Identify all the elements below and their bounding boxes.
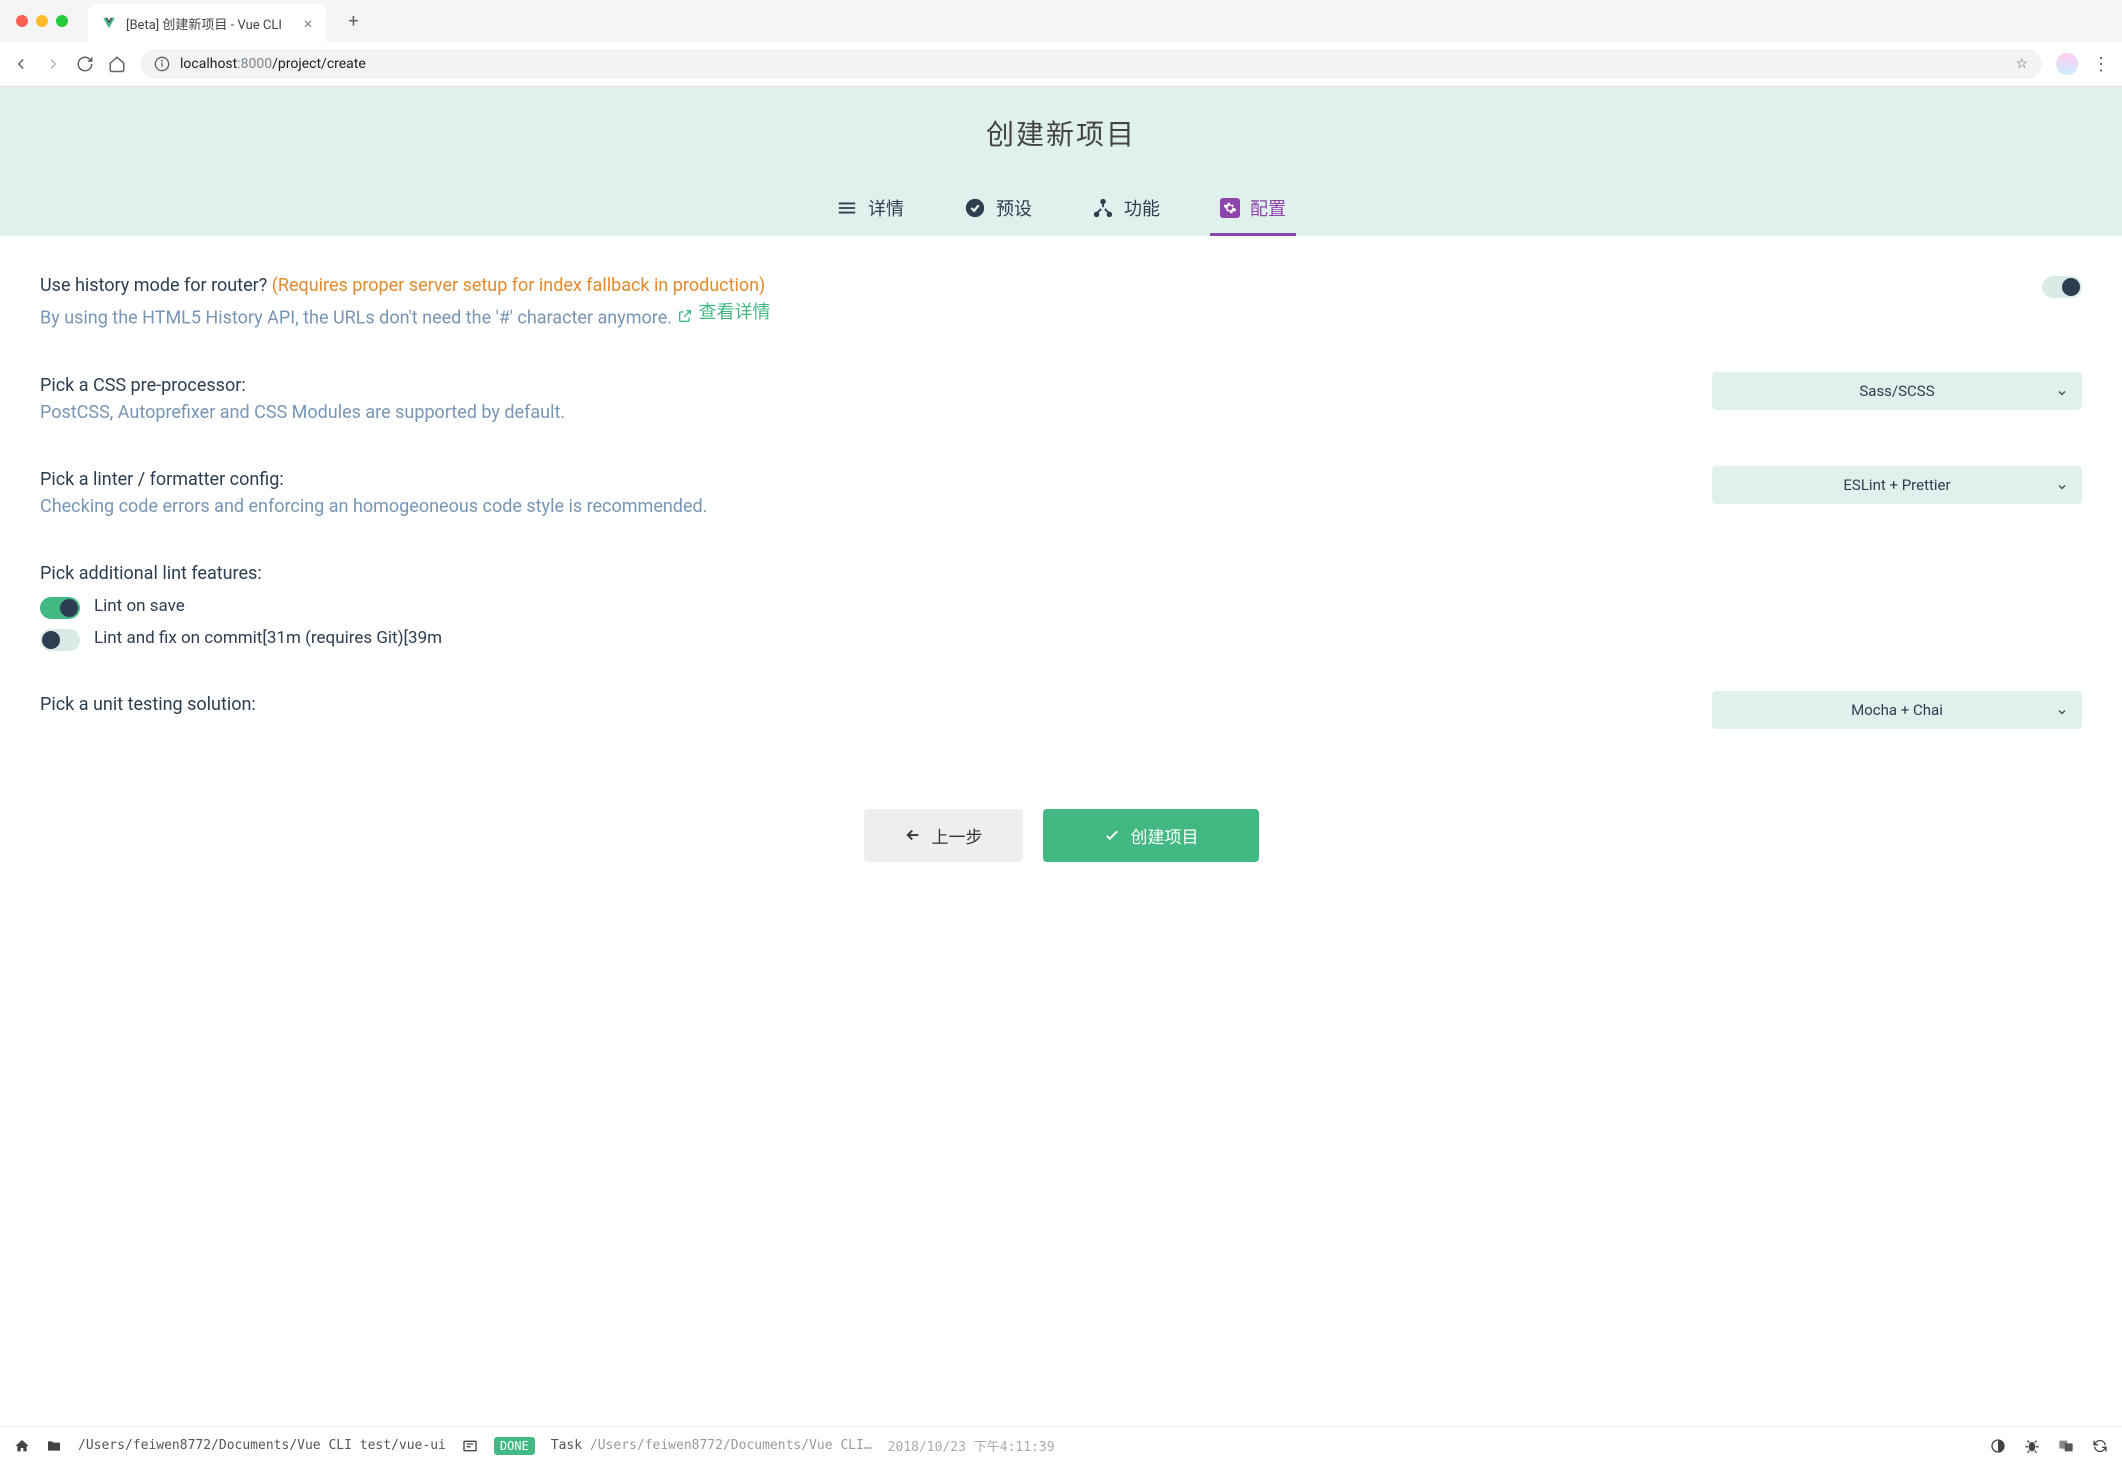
tab-label: 功能 <box>1124 195 1160 221</box>
browser-tab[interactable]: [Beta] 创建新项目 - Vue CLI × <box>88 4 326 42</box>
bookmark-star-icon[interactable]: ☆ <box>2015 56 2028 72</box>
option-linter: Pick a linter / formatter config: Checki… <box>40 466 2082 520</box>
tab-close-icon[interactable]: × <box>304 14 313 33</box>
refresh-icon[interactable] <box>2092 1438 2108 1454</box>
new-tab-icon[interactable]: + <box>348 11 358 32</box>
tab-bar: [Beta] 创建新项目 - Vue CLI × + <box>0 0 2122 42</box>
tab-title: [Beta] 创建新项目 - Vue CLI <box>126 14 282 33</box>
status-path[interactable]: /Users/feiwen8772/Documents/Vue CLI test… <box>78 1438 446 1453</box>
content-area: Use history mode for router? (Requires p… <box>0 236 2122 962</box>
dropdown-value: Sass/SCSS <box>1859 382 1934 400</box>
check-circle-icon <box>964 197 986 219</box>
lint-on-save-row: Lint on save <box>40 593 2082 619</box>
back-icon[interactable] <box>12 55 30 73</box>
page-title: 创建新项目 <box>0 113 2122 153</box>
tab-details[interactable]: 详情 <box>826 183 914 236</box>
option-css: Pick a CSS pre-processor: PostCSS, Autop… <box>40 372 2082 426</box>
url-text: localhost:8000/project/create <box>180 56 366 72</box>
status-task: Task /Users/feiwen8772/Documents/Vue CLI… <box>551 1438 872 1453</box>
nav-bar: localhost:8000/project/create ☆ ⋮ <box>0 42 2122 86</box>
chevron-down-icon <box>2056 704 2068 716</box>
browser-menu-icon[interactable]: ⋮ <box>2092 54 2110 75</box>
unit-dropdown[interactable]: Mocha + Chai <box>1712 691 2082 729</box>
page-header: 创建新项目 详情 预设 功能 配置 <box>0 87 2122 236</box>
external-link[interactable]: 查看详情 <box>677 299 771 326</box>
status-bar: /Users/feiwen8772/Documents/Vue CLI test… <box>0 1426 2122 1464</box>
url-bar[interactable]: localhost:8000/project/create ☆ <box>140 49 2042 79</box>
home-icon[interactable] <box>14 1438 30 1454</box>
maximize-window-icon[interactable] <box>56 15 68 27</box>
chevron-down-icon <box>2056 385 2068 397</box>
router-toggle[interactable] <box>2042 276 2082 298</box>
option-label: Pick a CSS pre-processor: <box>40 372 1712 399</box>
dropdown-value: ESLint + Prettier <box>1843 476 1950 494</box>
external-link-icon <box>677 305 693 321</box>
url-path: /project/create <box>272 56 366 72</box>
tab-label: 详情 <box>868 195 904 221</box>
home-icon[interactable] <box>108 55 126 73</box>
arrow-left-icon <box>904 826 922 844</box>
checkbox-label: Lint on save <box>94 596 185 616</box>
option-lint-features: Pick additional lint features: Lint on s… <box>40 560 2082 651</box>
status-timestamp: 2018/10/23 下午4:11:39 <box>888 1436 1055 1455</box>
url-port: :8000 <box>237 56 272 72</box>
lint-on-commit-row: Lint and fix on commit[31m (requires Git… <box>40 625 2082 651</box>
check-icon <box>1103 826 1121 844</box>
option-unit: Pick a unit testing solution: Mocha + Ch… <box>40 691 2082 729</box>
reload-icon[interactable] <box>76 55 94 73</box>
gear-icon <box>1220 198 1240 218</box>
lint-on-commit-toggle[interactable] <box>40 629 80 651</box>
option-desc: By using the HTML5 History API, the URLs… <box>40 299 2042 332</box>
option-warning: (Requires proper server setup for index … <box>272 275 766 296</box>
dropdown-value: Mocha + Chai <box>1851 701 1943 719</box>
footer-buttons: 上一步 创建项目 <box>40 809 2082 862</box>
folder-icon[interactable] <box>46 1438 62 1454</box>
bug-icon[interactable] <box>2024 1438 2040 1454</box>
button-label: 上一步 <box>932 823 983 848</box>
tab-config[interactable]: 配置 <box>1210 183 1296 236</box>
option-router: Use history mode for router? (Requires p… <box>40 272 2082 332</box>
checkbox-label: Lint and fix on commit[31m (requires Git… <box>94 628 442 648</box>
option-label: Pick a unit testing solution: <box>40 691 1712 718</box>
button-label: 创建项目 <box>1131 823 1199 848</box>
option-label: Use history mode for router? (Requires p… <box>40 272 2042 299</box>
tab-label: 配置 <box>1250 195 1286 221</box>
option-label: Pick additional lint features: <box>40 560 2082 587</box>
option-label: Pick a linter / formatter config: <box>40 466 1712 493</box>
linter-dropdown[interactable]: ESLint + Prettier <box>1712 466 2082 504</box>
option-desc: Checking code errors and enforcing an ho… <box>40 493 1712 520</box>
page-tabs: 详情 预设 功能 配置 <box>0 183 2122 236</box>
status-badge: DONE <box>494 1437 535 1455</box>
list-icon <box>836 197 858 219</box>
forward-icon[interactable] <box>44 55 62 73</box>
css-dropdown[interactable]: Sass/SCSS <box>1712 372 2082 410</box>
tab-label: 预设 <box>996 195 1032 221</box>
url-host: localhost <box>180 56 237 72</box>
translate-icon[interactable] <box>2058 1438 2074 1454</box>
create-button[interactable]: 创建项目 <box>1043 809 1259 862</box>
chevron-down-icon <box>2056 479 2068 491</box>
window-controls <box>12 15 68 27</box>
profile-avatar[interactable] <box>2056 53 2078 75</box>
close-window-icon[interactable] <box>16 15 28 27</box>
share-icon <box>1092 197 1114 219</box>
lint-on-save-toggle[interactable] <box>40 597 80 619</box>
contrast-icon[interactable] <box>1990 1438 2006 1454</box>
vue-favicon-icon <box>102 16 116 30</box>
minimize-window-icon[interactable] <box>36 15 48 27</box>
log-icon[interactable] <box>462 1438 478 1454</box>
prev-button[interactable]: 上一步 <box>864 809 1023 862</box>
tab-features[interactable]: 功能 <box>1082 183 1170 236</box>
option-desc: PostCSS, Autoprefixer and CSS Modules ar… <box>40 399 1712 426</box>
browser-chrome: [Beta] 创建新项目 - Vue CLI × + localhost:800… <box>0 0 2122 87</box>
site-info-icon[interactable] <box>154 56 170 72</box>
tab-preset[interactable]: 预设 <box>954 183 1042 236</box>
